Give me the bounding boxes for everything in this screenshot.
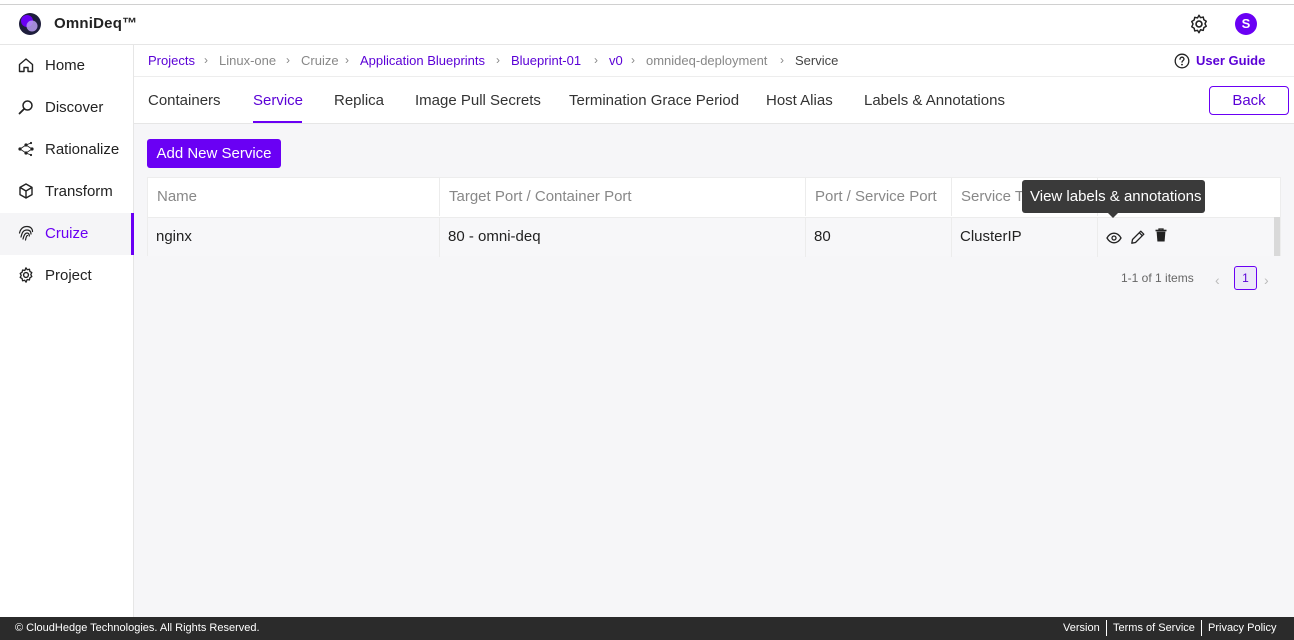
tab-bar: Containers Service Replica Image Pull Se…	[134, 77, 1294, 124]
tab-labels-annotations[interactable]: Labels & Annotations	[864, 92, 1005, 109]
cell-name: nginx	[148, 218, 440, 257]
main-content: Projects › Linux-one › Cruize › Applicat…	[134, 45, 1294, 617]
column-header-service-port[interactable]: Port / Service Port	[806, 178, 952, 216]
sidebar-item-project[interactable]: Project	[0, 255, 134, 297]
breadcrumb-separator-icon: ›	[631, 53, 635, 67]
sidebar-item-discover[interactable]: Discover	[0, 87, 134, 129]
search-icon	[18, 100, 33, 115]
sidebar-item-label: Transform	[45, 183, 113, 200]
cell-service-port: 80	[806, 218, 952, 257]
pagination-info: 1-1 of 1 items	[1121, 271, 1194, 285]
sidebar-item-label: Discover	[45, 99, 104, 116]
tab-containers[interactable]: Containers	[148, 92, 221, 109]
trash-icon[interactable]	[1153, 227, 1169, 243]
breadcrumb-blueprint[interactable]: Blueprint-01	[511, 53, 581, 68]
breadcrumb-deployment: omnideq-deployment	[646, 53, 768, 68]
tab-host-alias[interactable]: Host Alias	[766, 92, 833, 109]
tab-service[interactable]: Service	[253, 92, 303, 109]
top-bar: OmniDeq™ S	[0, 4, 1294, 45]
footer-link-terms[interactable]: Terms of Service	[1113, 622, 1195, 634]
table-scrollbar[interactable]	[1274, 217, 1280, 256]
breadcrumb-projects[interactable]: Projects	[148, 53, 195, 68]
add-new-service-button[interactable]: Add New Service	[147, 139, 281, 168]
cell-service-type: ClusterIP	[952, 218, 1098, 257]
user-avatar[interactable]: S	[1235, 13, 1257, 35]
sidebar-item-label: Project	[45, 267, 92, 284]
sidebar-item-label: Home	[45, 57, 86, 74]
copyright-text: © CloudHedge Technologies. All Rights Re…	[15, 622, 260, 634]
next-page-icon[interactable]: ›	[1264, 272, 1269, 288]
sidebar-item-home[interactable]: Home	[0, 45, 134, 87]
back-button[interactable]: Back	[1209, 86, 1289, 115]
cube-icon	[19, 183, 33, 199]
settings-gear-icon[interactable]	[1188, 13, 1210, 35]
breadcrumb-separator-icon: ›	[345, 53, 349, 67]
help-circle-icon[interactable]	[1174, 53, 1190, 69]
column-header-name[interactable]: Name	[148, 178, 440, 216]
footer-link-privacy[interactable]: Privacy Policy	[1208, 622, 1276, 634]
breadcrumb-application-blueprints[interactable]: Application Blueprints	[360, 53, 485, 68]
footer-divider	[1106, 620, 1107, 636]
sidebar: Home Discover Rationalize Transform Crui…	[0, 45, 134, 617]
sidebar-item-cruize[interactable]: Cruize	[0, 213, 134, 255]
cell-target-port: 80 - omni-deq	[440, 218, 806, 257]
sidebar-item-transform[interactable]: Transform	[0, 171, 134, 213]
network-icon	[18, 141, 34, 157]
eye-icon[interactable]	[1106, 230, 1122, 246]
breadcrumb-separator-icon: ›	[780, 53, 784, 67]
footer-divider	[1201, 620, 1202, 636]
sidebar-item-label: Cruize	[45, 225, 89, 242]
cell-actions	[1098, 218, 1274, 257]
fingerprint-icon	[18, 225, 34, 241]
breadcrumb: Projects › Linux-one › Cruize › Applicat…	[134, 45, 1294, 77]
footer-link-version[interactable]: Version	[1063, 622, 1100, 634]
breadcrumb-version[interactable]: v0	[609, 53, 623, 68]
breadcrumb-separator-icon: ›	[496, 53, 500, 67]
column-header-target-port[interactable]: Target Port / Container Port	[440, 178, 806, 216]
page-button-1[interactable]: 1	[1234, 266, 1257, 290]
breadcrumb-separator-icon: ›	[594, 53, 598, 67]
breadcrumb-separator-icon: ›	[204, 53, 208, 67]
sidebar-item-rationalize[interactable]: Rationalize	[0, 129, 134, 171]
active-tab-indicator	[253, 121, 302, 123]
footer: © CloudHedge Technologies. All Rights Re…	[0, 617, 1294, 640]
tab-replica[interactable]: Replica	[334, 92, 384, 109]
breadcrumb-linux-one: Linux-one	[219, 53, 277, 68]
breadcrumb-cruize: Cruize	[301, 53, 339, 68]
gear-icon	[19, 267, 33, 283]
prev-page-icon[interactable]: ‹	[1215, 272, 1220, 288]
tab-image-pull-secrets[interactable]: Image Pull Secrets	[415, 92, 541, 109]
app-name: OmniDeq™	[54, 15, 138, 32]
tab-termination-grace-period[interactable]: Termination Grace Period	[569, 92, 739, 109]
sidebar-item-label: Rationalize	[45, 141, 120, 158]
tooltip-arrow	[1108, 213, 1118, 218]
edit-pencil-icon[interactable]	[1130, 229, 1146, 245]
home-icon	[18, 58, 34, 73]
breadcrumb-current: Service	[795, 53, 839, 68]
tooltip: View labels & annotations	[1022, 180, 1205, 213]
table-row: nginx 80 - omni-deq 80 ClusterIP	[148, 217, 1274, 257]
omnideq-logo[interactable]	[18, 12, 42, 36]
user-guide-link[interactable]: User Guide	[1196, 53, 1265, 68]
breadcrumb-separator-icon: ›	[286, 53, 290, 67]
